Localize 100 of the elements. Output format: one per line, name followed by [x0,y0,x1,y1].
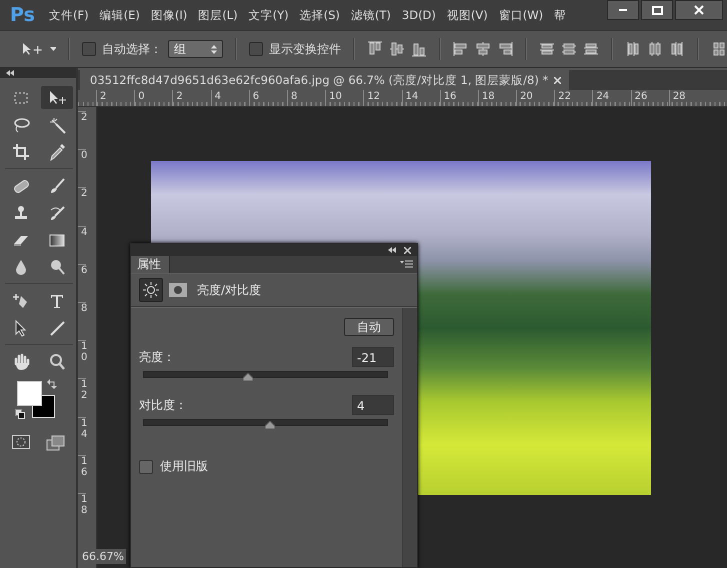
eyedropper-icon [48,142,66,160]
ruler-label: 24 [592,90,631,106]
align-top-icon[interactable] [367,41,384,57]
ruler-label: 6 [248,90,287,106]
align-left-icon[interactable] [453,41,470,57]
sun-icon [143,282,159,298]
menu-item[interactable]: 图像(I) [146,8,192,22]
scrollbar[interactable] [402,308,417,567]
screen-mode-icon[interactable] [46,435,66,451]
zoom-level: 66.67% [80,549,126,564]
ruler-label: 26 [630,90,669,106]
quick-mask-icon[interactable] [12,435,30,449]
collapse-icon[interactable] [388,247,396,253]
collapse-icon[interactable] [6,70,14,76]
ruler-label: 14 [402,90,440,106]
ruler-label: 18 [78,492,86,532]
menu-item[interactable]: 滤镜(T) [346,8,396,22]
minimize-button[interactable] [607,0,639,20]
menu-item[interactable]: 图层(L) [193,8,243,22]
value-field[interactable]: -21 [352,347,394,367]
slider-thumb[interactable] [265,421,276,429]
ruler-label: 22 [554,90,592,106]
caret-icon[interactable] [50,47,56,51]
ruler-label: 2 [78,111,86,150]
brush-icon [48,176,66,194]
move-tool-icon [48,88,66,106]
adjustment-button[interactable] [139,278,163,302]
lasso-icon [12,116,30,134]
hand-icon [12,352,30,370]
auto-align-icon[interactable] [711,41,727,57]
crop-icon [12,142,30,160]
move-tool-icon[interactable] [22,42,44,56]
ruler-label: 8 [78,302,86,340]
menu-item[interactable]: 帮 [549,8,572,22]
ruler-label: 18 [478,90,516,106]
panel-tab[interactable]: 属性 [131,256,170,273]
ruler-label: 16 [440,90,478,106]
align-right-icon[interactable] [497,41,514,57]
menu-item[interactable]: 编辑(E) [94,8,145,22]
menu-item[interactable]: 窗口(W) [494,8,548,22]
align-vertical-center-icon[interactable] [389,41,406,57]
ruler-label: 12 [363,90,402,106]
maximize-icon [652,6,662,14]
menu-item[interactable]: 文件(F) [44,8,94,22]
distribute-top-icon[interactable] [539,41,556,57]
adjustment-title: 亮度/对比度 [197,282,262,298]
ruler-label: 14 [78,416,86,455]
dodge-icon [48,258,66,276]
ruler-label: 2 [172,90,211,106]
layer-mask-icon[interactable] [169,283,187,297]
close-icon [694,5,704,15]
close-icon[interactable] [554,76,562,84]
close-icon[interactable] [404,246,411,254]
default-colors-icon[interactable] [15,409,25,419]
color-swatches-drawing[interactable] [17,381,55,419]
line-tool-icon [48,318,66,336]
panel-menu-icon[interactable] [400,260,413,268]
distribute-horizontal-center-icon[interactable] [647,41,664,57]
checkbox[interactable] [249,42,264,56]
ruler-label: 2 [96,90,134,106]
history-brush-icon [48,204,66,222]
align-bottom-icon[interactable] [411,41,428,57]
menu-item[interactable]: 视图(V) [442,8,493,22]
distribute-left-icon[interactable] [625,41,642,57]
ruler-label: 6 [78,264,86,302]
distribute-vertical-center-icon[interactable] [561,41,578,57]
checkbox[interactable] [139,460,153,474]
slider-thumb[interactable] [243,373,254,381]
minimize-icon [619,9,627,11]
document-tab[interactable]: 03512ffc8d47d9651d63e62fc960afa6.jpg @ 66.7% (亮度/对比度 1, 图层蒙版/8) * [80,70,570,90]
distribute-bottom-icon[interactable] [583,41,600,57]
menu-item[interactable]: 文字(Y) [244,8,294,22]
ruler-label: 8 [286,90,326,106]
ruler-label: 16 [78,454,86,493]
zoom-icon [48,352,66,370]
target-dropdown[interactable]: 组 [168,40,224,58]
align-horizontal-center-icon[interactable] [475,41,492,57]
swap-arrows-icon[interactable] [47,379,57,389]
pen-icon [12,292,30,310]
distribute-right-icon[interactable] [669,41,686,57]
value-field[interactable]: 4 [352,395,394,415]
ruler-label: 28 [668,90,707,106]
app-logo: Ps [9,4,36,26]
ruler-label: 10 [325,90,364,106]
menu-item[interactable]: 选择(S) [294,8,345,22]
ruler-label: 0 [78,149,86,188]
ruler-label: 20 [516,90,554,106]
maximize-button[interactable] [641,0,673,20]
ruler-label: 0 [134,90,172,106]
auto-button[interactable]: 自动 [344,318,394,336]
close-button[interactable] [675,0,723,20]
ruler-label: 12 [78,378,86,416]
tool-button[interactable] [41,86,73,109]
magic-wand-icon [48,116,66,134]
ruler-label: 4 [210,90,249,106]
checkbox[interactable] [82,42,96,56]
checkbox-label: 自动选择： [102,40,162,58]
menu-item[interactable]: 3D(D) [396,8,441,22]
ruler-label: 10 [78,340,86,378]
checkbox-label: 显示变换控件 [269,40,342,58]
